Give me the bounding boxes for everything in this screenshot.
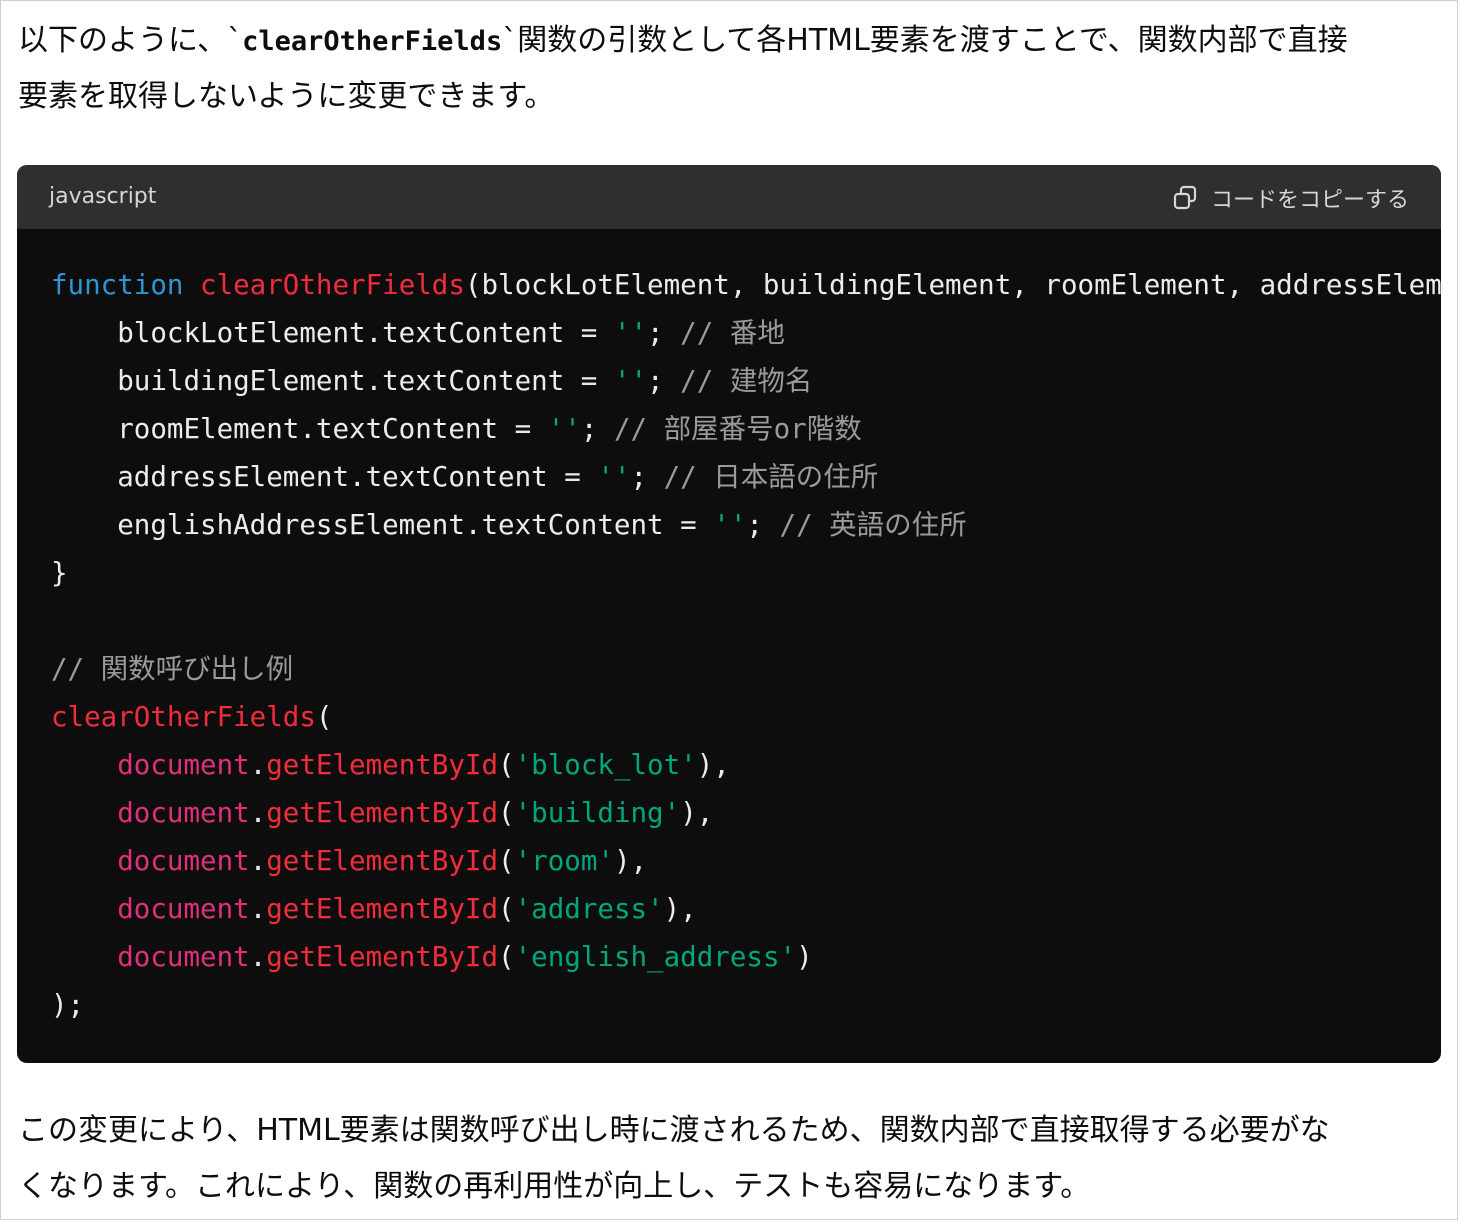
intro-line-2: 要素を取得しないように変更できます。	[18, 79, 555, 114]
outro-paragraph: この変更により、HTML要素は関数呼び出し時に渡されるため、関数内部で直接取得す…	[18, 1103, 1438, 1215]
code-token: roomElement.textContent =	[51, 413, 548, 445]
string-token: ''	[713, 509, 747, 541]
method-token: getElementById	[266, 941, 499, 973]
method-token: getElementById	[266, 845, 499, 877]
code-line: buildingElement.textContent = ''; // 建物名	[51, 357, 1441, 405]
code-line: // 関数呼び出し例	[51, 645, 1441, 693]
code-line: function clearOtherFields(blockLotElemen…	[51, 261, 1441, 309]
comment-token: // 建物名	[680, 365, 813, 397]
string-token: 'english_address'	[514, 941, 797, 973]
code-token: ),	[613, 845, 648, 877]
code-line: blockLotElement.textContent = ''; // 番地	[51, 309, 1441, 357]
code-line: document.getElementById('room'),	[51, 837, 1441, 885]
code-token: englishAddressElement.textContent =	[51, 509, 714, 541]
code-token: )	[796, 941, 813, 973]
code-line: addressElement.textContent = ''; // 日本語の…	[51, 453, 1441, 501]
code-line-empty	[51, 597, 1441, 645]
object-token: document	[117, 941, 250, 973]
comment-token: // 部屋番号or階数	[613, 413, 862, 445]
inline-code-function-name: clearOtherFields	[242, 26, 503, 57]
string-token: 'block_lot'	[514, 749, 697, 781]
outro-line-2: くなります。これにより、関数の再利用性が向上し、テストも容易になります。	[18, 1169, 1091, 1204]
code-token: ;	[580, 413, 614, 445]
method-token: getElementById	[266, 893, 499, 925]
code-token: blockLotElement.textContent =	[51, 317, 614, 349]
code-token: );	[51, 989, 85, 1021]
intro-paragraph: 以下のように、`clearOtherFields`関数の引数として各HTML要素…	[18, 13, 1438, 125]
string-token: ''	[597, 461, 631, 493]
code-token: ;	[647, 317, 681, 349]
code-token: (	[315, 701, 333, 733]
code-token: .	[249, 845, 267, 877]
code-block: javascript コードをコピーする function clearOther…	[17, 165, 1441, 1063]
code-line: englishAddressElement.textContent = ''; …	[51, 501, 1441, 549]
code-token: ),	[663, 893, 697, 925]
object-token: document	[117, 797, 250, 829]
code-token: (	[498, 797, 515, 829]
code-line: );	[51, 981, 1441, 1029]
code-token: ;	[746, 509, 780, 541]
code-language-label: javascript	[49, 184, 157, 209]
code-line: document.getElementById('english_address…	[51, 933, 1441, 981]
chat-message: 以下のように、`clearOtherFields`関数の引数として各HTML要素…	[0, 0, 1458, 1220]
code-token: .	[249, 749, 267, 781]
string-token: 'building'	[514, 797, 681, 829]
comment-token: // 日本語の住所	[663, 461, 879, 493]
code-token: (blockLotElement, buildingElement, roomE…	[464, 269, 1441, 301]
code-line: document.getElementById('address'),	[51, 885, 1441, 933]
code-token: ),	[680, 797, 714, 829]
code-line: }	[51, 549, 1441, 597]
string-token: 'room'	[514, 845, 614, 877]
code-content: function clearOtherFields(blockLotElemen…	[51, 261, 1441, 1029]
code-token: (	[498, 749, 515, 781]
code-token: (	[498, 941, 515, 973]
code-token: ;	[647, 365, 681, 397]
object-token: document	[117, 893, 250, 925]
comment-token: // 関数呼び出し例	[51, 653, 294, 685]
string-token: ''	[613, 365, 648, 397]
copy-code-button[interactable]: コードをコピーする	[1171, 182, 1409, 214]
code-line: clearOtherFields(	[51, 693, 1441, 741]
code-line: document.getElementById('block_lot'),	[51, 741, 1441, 789]
keyword-token: function	[51, 269, 184, 301]
intro-line-1: 以下のように、`clearOtherFields`関数の引数として各HTML要素…	[18, 13, 1438, 69]
copy-icon	[1173, 185, 1197, 210]
object-token: document	[117, 749, 250, 781]
intro-text-after: `関数の引数として各HTML要素を渡すことで、関数内部で直接	[502, 23, 1348, 58]
method-token: getElementById	[266, 797, 499, 829]
string-token: ''	[613, 317, 648, 349]
function-name-token: clearOtherFields	[200, 269, 465, 301]
code-token: ;	[630, 461, 664, 493]
intro-text-before: 以下のように、`	[18, 23, 243, 58]
string-token: 'address'	[514, 893, 664, 925]
method-token: getElementById	[266, 749, 499, 781]
function-name-token: clearOtherFields	[51, 701, 316, 733]
code-token: addressElement.textContent =	[51, 461, 598, 493]
code-token: .	[249, 893, 267, 925]
code-line: document.getElementById('building'),	[51, 789, 1441, 837]
code-token: (	[498, 893, 515, 925]
copy-code-label: コードをコピーする	[1210, 188, 1409, 213]
code-token: (	[498, 845, 515, 877]
code-token: }	[51, 557, 68, 589]
string-token: ''	[547, 413, 581, 445]
object-token: document	[117, 845, 250, 877]
outro-line-1: この変更により、HTML要素は関数呼び出し時に渡されるため、関数内部で直接取得す…	[18, 1113, 1330, 1148]
code-token: ),	[696, 749, 730, 781]
code-token: .	[249, 797, 267, 829]
code-line: roomElement.textContent = ''; // 部屋番号or階…	[51, 405, 1441, 453]
code-token: buildingElement.textContent =	[51, 365, 614, 397]
comment-token: // 番地	[680, 317, 785, 349]
code-token: .	[249, 941, 267, 973]
comment-token: // 英語の住所	[779, 509, 967, 541]
code-block-header: javascript コードをコピーする	[17, 165, 1441, 229]
